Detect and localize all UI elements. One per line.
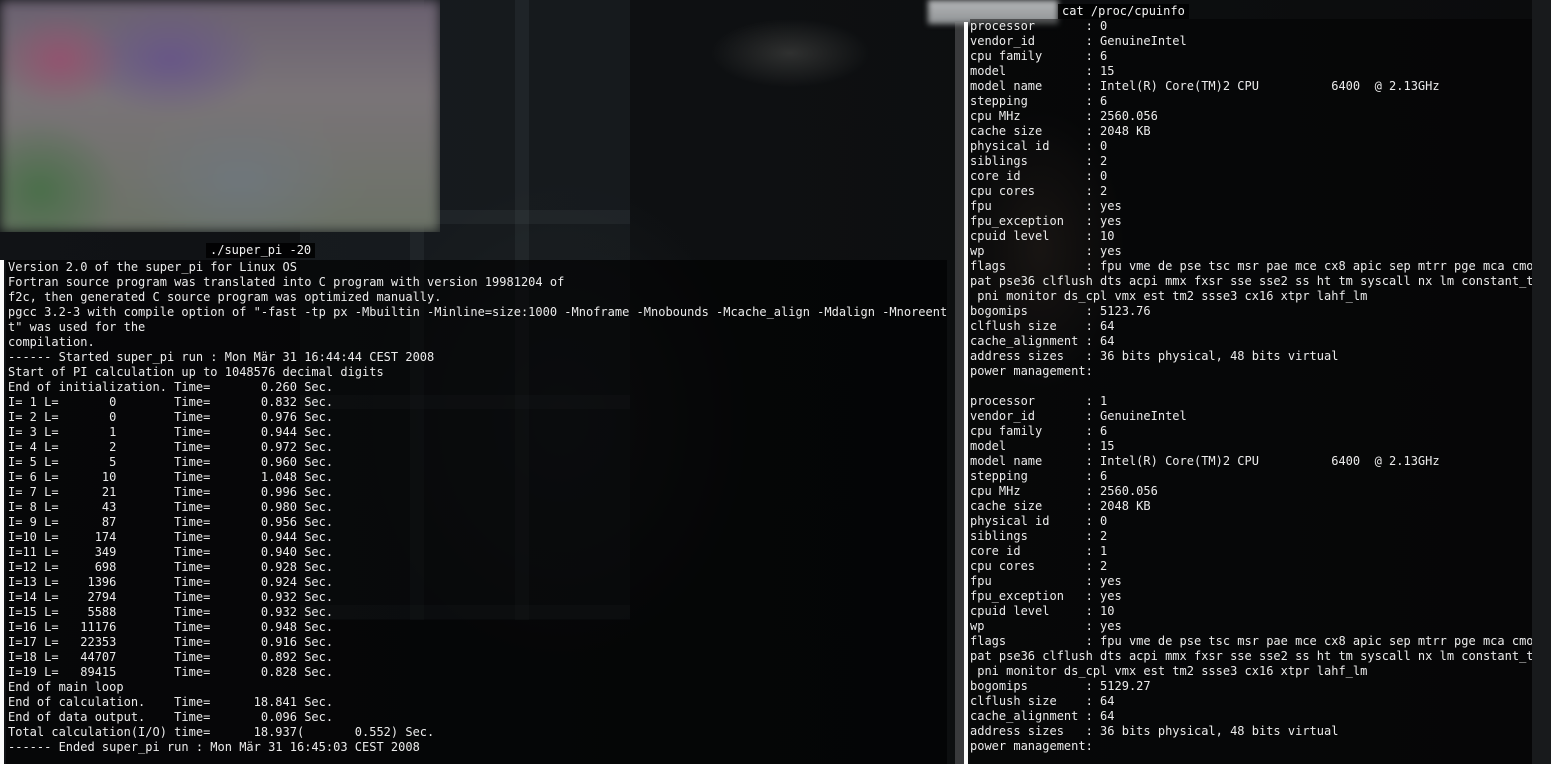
terminal-line: bogomips : 5129.27 bbox=[970, 679, 1151, 693]
terminal-line: cpu cores : 2 bbox=[970, 559, 1108, 573]
terminal-line: bogomips : 5123.76 bbox=[970, 304, 1151, 318]
blurred-window-thumbnail bbox=[0, 0, 440, 232]
terminal-line: Start of PI calculation up to 1048576 de… bbox=[8, 365, 384, 379]
window-right-edge bbox=[1532, 0, 1551, 764]
scrollbar-thumb[interactable] bbox=[964, 22, 968, 764]
terminal-line: Version 2.0 of the super_pi for Linux OS bbox=[8, 260, 297, 274]
terminal-line: cache size : 2048 KB bbox=[970, 124, 1151, 138]
terminal-line: I= 4 L= 2 Time= 0.972 Sec. bbox=[8, 440, 334, 454]
terminal-line: fpu_exception : yes bbox=[970, 214, 1122, 228]
terminal-line: I=14 L= 2794 Time= 0.932 Sec. bbox=[8, 590, 334, 604]
terminal-line: pat pse36 clflush dts acpi mmx fxsr sse … bbox=[970, 649, 1532, 663]
terminal-scrollbar[interactable] bbox=[964, 22, 968, 764]
scrollbar-thumb[interactable] bbox=[0, 260, 4, 764]
terminal-title: cat /proc/cpuinfo bbox=[1058, 4, 1189, 19]
terminal-line: Total calculation(I/O) time= 18.937( 0.5… bbox=[8, 725, 435, 739]
terminal-line: End of initialization. Time= 0.260 Sec. bbox=[8, 380, 334, 394]
terminal-line: core id : 0 bbox=[970, 169, 1108, 183]
terminal-line: I=19 L= 89415 Time= 0.828 Sec. bbox=[8, 665, 334, 679]
terminal-line: fpu_exception : yes bbox=[970, 589, 1122, 603]
terminal-line: Fortran source program was translated in… bbox=[8, 275, 565, 289]
terminal-line: pni monitor ds_cpl vmx est tm2 ssse3 cx1… bbox=[970, 664, 1368, 678]
terminal-line: model name : Intel(R) Core(TM)2 CPU 6400… bbox=[970, 454, 1440, 468]
terminal-line: I=17 L= 22353 Time= 0.916 Sec. bbox=[8, 635, 334, 649]
terminal-line: core id : 1 bbox=[970, 544, 1108, 558]
terminal-line: clflush size : 64 bbox=[970, 319, 1115, 333]
terminal-line: End of main loop bbox=[8, 680, 124, 694]
terminal-line: siblings : 2 bbox=[970, 529, 1108, 543]
terminal-line: physical id : 0 bbox=[970, 514, 1108, 528]
terminal-line: f2c, then generated C source program was… bbox=[8, 290, 442, 304]
terminal-line: cpuid level : 10 bbox=[970, 604, 1115, 618]
terminal-line: physical id : 0 bbox=[970, 139, 1108, 153]
terminal-line: wp : yes bbox=[970, 244, 1122, 258]
terminal-line: wp : yes bbox=[970, 619, 1122, 633]
terminal-line: I= 3 L= 1 Time= 0.944 Sec. bbox=[8, 425, 334, 439]
terminal-line: I= 8 L= 43 Time= 0.980 Sec. bbox=[8, 500, 334, 514]
terminal-line: model name : Intel(R) Core(TM)2 CPU 6400… bbox=[970, 79, 1440, 93]
terminal-line: cpu MHz : 2560.056 bbox=[970, 484, 1158, 498]
terminal-line: flags : fpu vme de pse tsc msr pae mce c… bbox=[970, 259, 1532, 273]
terminal-title: ./super_pi -20 bbox=[206, 243, 316, 258]
terminal-line: stepping : 6 bbox=[970, 469, 1108, 483]
terminal-line: cpu family : 6 bbox=[970, 424, 1108, 438]
terminal-output[interactable]: processor : 0 vendor_id : GenuineIntel cpu… bbox=[970, 19, 1532, 764]
terminal-line: I= 2 L= 0 Time= 0.976 Sec. bbox=[8, 410, 334, 424]
terminal-line: model : 15 bbox=[970, 64, 1115, 78]
terminal-line: I=12 L= 698 Time= 0.928 Sec. bbox=[8, 560, 334, 574]
terminal-line: I=11 L= 349 Time= 0.940 Sec. bbox=[8, 545, 334, 559]
terminal-line: compilation. bbox=[8, 335, 95, 349]
terminal-line: fpu : yes bbox=[970, 199, 1122, 213]
terminal-line: cache size : 2048 KB bbox=[970, 499, 1151, 513]
terminal-line: address sizes : 36 bits physical, 48 bit… bbox=[970, 349, 1339, 363]
terminal-line: pgcc 3.2-3 with compile option of "-fast… bbox=[8, 305, 947, 319]
terminal-line: fpu : yes bbox=[970, 574, 1122, 588]
terminal-line: cpu family : 6 bbox=[970, 49, 1108, 63]
terminal-line: cpu cores : 2 bbox=[970, 184, 1108, 198]
terminal-line: I= 7 L= 21 Time= 0.996 Sec. bbox=[8, 485, 334, 499]
terminal-line: End of calculation. Time= 18.841 Sec. bbox=[8, 695, 334, 709]
terminal-line: pat pse36 clflush dts acpi mmx fxsr sse … bbox=[970, 274, 1532, 288]
wallpaper-lamp bbox=[710, 18, 870, 88]
terminal-line: power management: bbox=[970, 364, 1093, 378]
terminal-line: I= 6 L= 10 Time= 1.048 Sec. bbox=[8, 470, 334, 484]
terminal-line: ------ Ended super_pi run : Mon Mär 31 1… bbox=[8, 740, 420, 754]
terminal-line: siblings : 2 bbox=[970, 154, 1108, 168]
terminal-line: processor : 0 bbox=[970, 19, 1108, 33]
terminal-line: stepping : 6 bbox=[970, 94, 1108, 108]
terminal-line: flags : fpu vme de pse tsc msr pae mce c… bbox=[970, 634, 1532, 648]
terminal-line: ------ Started super_pi run : Mon Mär 31… bbox=[8, 350, 435, 364]
terminal-line: model : 15 bbox=[970, 439, 1115, 453]
terminal-super-pi[interactable]: ./super_pi -20 Version 2.0 of the super_… bbox=[0, 232, 947, 764]
terminal-output[interactable]: Version 2.0 of the super_pi for Linux OS… bbox=[6, 260, 947, 764]
terminal-line: t" was used for the bbox=[8, 320, 146, 334]
terminal-line: cpuid level : 10 bbox=[970, 229, 1115, 243]
terminal-line: I=15 L= 5588 Time= 0.932 Sec. bbox=[8, 605, 334, 619]
terminal-scrollbar[interactable] bbox=[0, 260, 4, 764]
terminal-line: cpu MHz : 2560.056 bbox=[970, 109, 1158, 123]
terminal-line: I= 1 L= 0 Time= 0.832 Sec. bbox=[8, 395, 334, 409]
terminal-line: I= 5 L= 5 Time= 0.960 Sec. bbox=[8, 455, 334, 469]
terminal-line: address sizes : 36 bits physical, 48 bit… bbox=[970, 724, 1339, 738]
terminal-line: End of data output. Time= 0.096 Sec. bbox=[8, 710, 334, 724]
terminal-line: cache_alignment : 64 bbox=[970, 334, 1115, 348]
terminal-line: power management: bbox=[970, 739, 1093, 753]
terminal-line: I=13 L= 1396 Time= 0.924 Sec. bbox=[8, 575, 334, 589]
terminal-line: processor : 1 bbox=[970, 394, 1108, 408]
terminal-line: vendor_id : GenuineIntel bbox=[970, 409, 1187, 423]
terminal-line: clflush size : 64 bbox=[970, 694, 1115, 708]
terminal-cpuinfo[interactable]: cat /proc/cpuinfo processor : 0 vendor_id… bbox=[955, 0, 1551, 764]
terminal-line: cache_alignment : 64 bbox=[970, 709, 1115, 723]
terminal-line: I= 9 L= 87 Time= 0.956 Sec. bbox=[8, 515, 334, 529]
terminal-line: I=16 L= 11176 Time= 0.948 Sec. bbox=[8, 620, 334, 634]
terminal-line: I=18 L= 44707 Time= 0.892 Sec. bbox=[8, 650, 334, 664]
terminal-line: I=10 L= 174 Time= 0.944 Sec. bbox=[8, 530, 334, 544]
terminal-line: vendor_id : GenuineIntel bbox=[970, 34, 1187, 48]
terminal-line: pni monitor ds_cpl vmx est tm2 ssse3 cx1… bbox=[970, 289, 1368, 303]
